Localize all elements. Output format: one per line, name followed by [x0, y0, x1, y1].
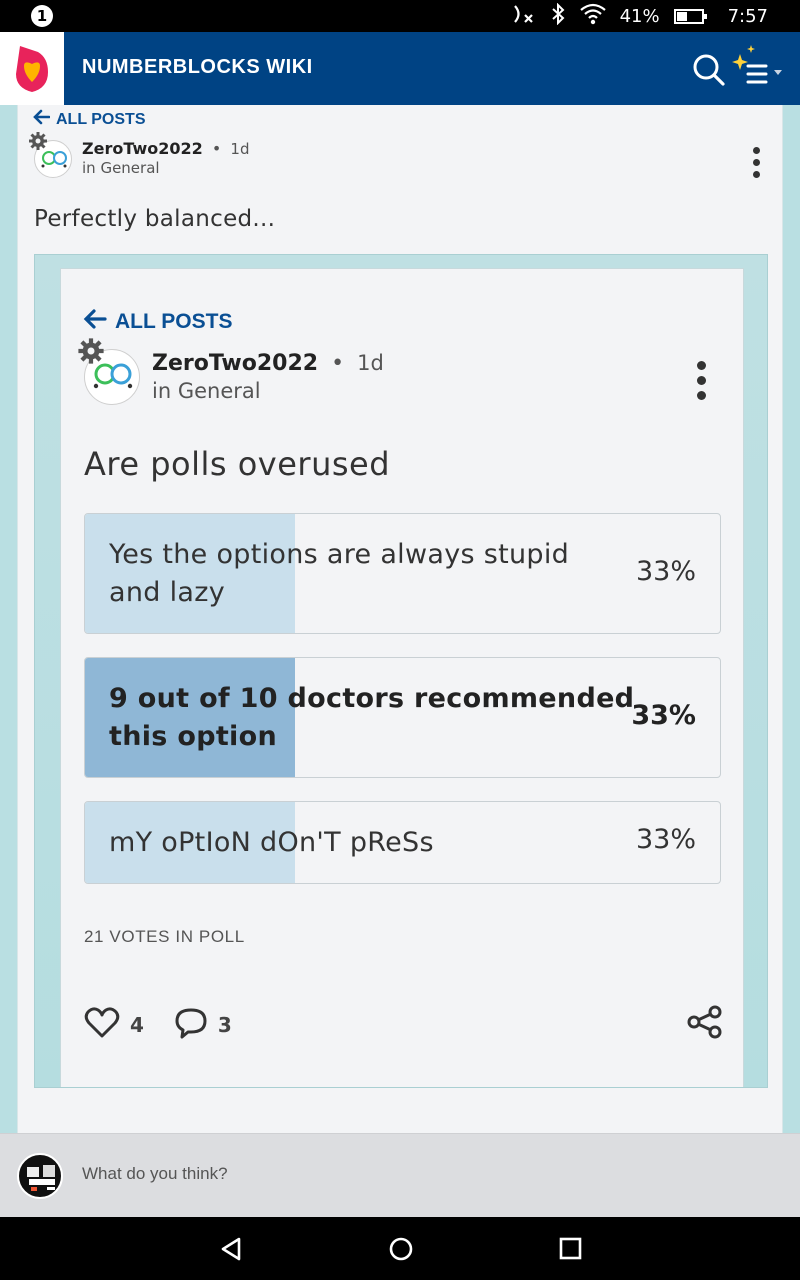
recents-square-icon[interactable]: [558, 1236, 584, 1266]
poll-option-percent: 33%: [631, 700, 696, 731]
poll-option-selected: 9 out of 10 doctors recommended this opt…: [84, 657, 721, 778]
embedded-author-line: ZeroTwo2022 • 1d: [152, 351, 384, 376]
battery-icon: [673, 8, 707, 24]
embedded-all-posts-link: ALL POSTS: [83, 309, 232, 335]
user-avatar[interactable]: [17, 1153, 63, 1199]
poll-option-label: Yes the options are always stupid and la…: [109, 539, 570, 608]
embedded-community-label: in General: [152, 379, 261, 403]
arrow-left-icon: [83, 309, 107, 335]
post-card: ALL POSTS ZeroTwo2022 • 1d in General Pe…: [17, 105, 783, 1135]
comment-bar: What do you think?: [0, 1133, 800, 1217]
author-name[interactable]: ZeroTwo2022: [82, 139, 203, 158]
poll-option-percent: 33%: [635, 824, 696, 855]
community-logo-icon[interactable]: [0, 32, 64, 105]
poll-option-label: 9 out of 10 doctors recommended this opt…: [109, 683, 635, 752]
system-nav-bar: [0, 1217, 800, 1280]
status-bar: 1 41% 7:57: [0, 0, 800, 32]
all-posts-label: ALL POSTS: [56, 110, 146, 128]
author-line: ZeroTwo2022 • 1d: [82, 139, 250, 158]
clock: 7:57: [727, 5, 768, 27]
gear-icon: [77, 337, 105, 369]
comment-bubble-icon: [174, 1007, 208, 1043]
embedded-image[interactable]: ALL POSTS ZeroTwo2022 • 1d in General Ar…: [34, 254, 768, 1088]
embedded-author-name: ZeroTwo2022: [152, 351, 319, 376]
community-label[interactable]: in General: [82, 159, 160, 177]
bluetooth-icon: [550, 2, 566, 30]
separator-dot: •: [211, 139, 222, 158]
post-time: 1d: [230, 140, 250, 158]
poll-vote-count: 21 VOTES IN POLL: [84, 927, 245, 946]
poll-option: Yes the options are always stupid and la…: [84, 513, 721, 634]
share-icon: [686, 1005, 724, 1043]
comment-input[interactable]: What do you think?: [82, 1164, 228, 1184]
search-icon[interactable]: [690, 50, 728, 88]
nfc-off-icon: [512, 3, 536, 30]
embedded-post: ALL POSTS ZeroTwo2022 • 1d in General Ar…: [60, 268, 744, 1087]
home-circle-icon[interactable]: [388, 1236, 414, 1266]
like-count: 4: [130, 1013, 144, 1037]
app-header: NUMBERBLOCKS WIKI: [0, 32, 800, 105]
post-actions: 4 3: [84, 1007, 262, 1043]
more-options-icon: [695, 361, 707, 405]
embedded-post-time: 1d: [357, 351, 384, 375]
poll-option: mY oPtIoN dOn'T pReSs 33%: [84, 801, 721, 884]
wifi-icon: [579, 3, 606, 30]
separator-dot: •: [331, 351, 345, 376]
post-body: Perfectly balanced...: [34, 206, 276, 232]
app-title: NUMBERBLOCKS WIKI: [82, 56, 313, 78]
arrow-left-icon: [32, 109, 51, 130]
gear-icon: [28, 131, 48, 155]
back-triangle-icon[interactable]: [218, 1236, 244, 1266]
battery-percent: 41%: [619, 5, 660, 27]
comment-count: 3: [217, 1013, 232, 1037]
poll-option-percent: 33%: [635, 556, 696, 587]
status-icons: 41% 7:57: [512, 0, 768, 32]
embedded-all-posts-label: ALL POSTS: [115, 310, 233, 333]
more-options-icon[interactable]: [750, 147, 762, 183]
all-posts-link[interactable]: ALL POSTS: [32, 109, 146, 130]
notification-badge-icon: 1: [31, 5, 53, 27]
sparkle-menu-icon[interactable]: [728, 44, 792, 92]
heart-icon: [84, 1007, 120, 1043]
poll-title: Are polls overused: [84, 445, 391, 483]
poll-option-label: mY oPtIoN dOn'T pReSs: [109, 827, 434, 858]
